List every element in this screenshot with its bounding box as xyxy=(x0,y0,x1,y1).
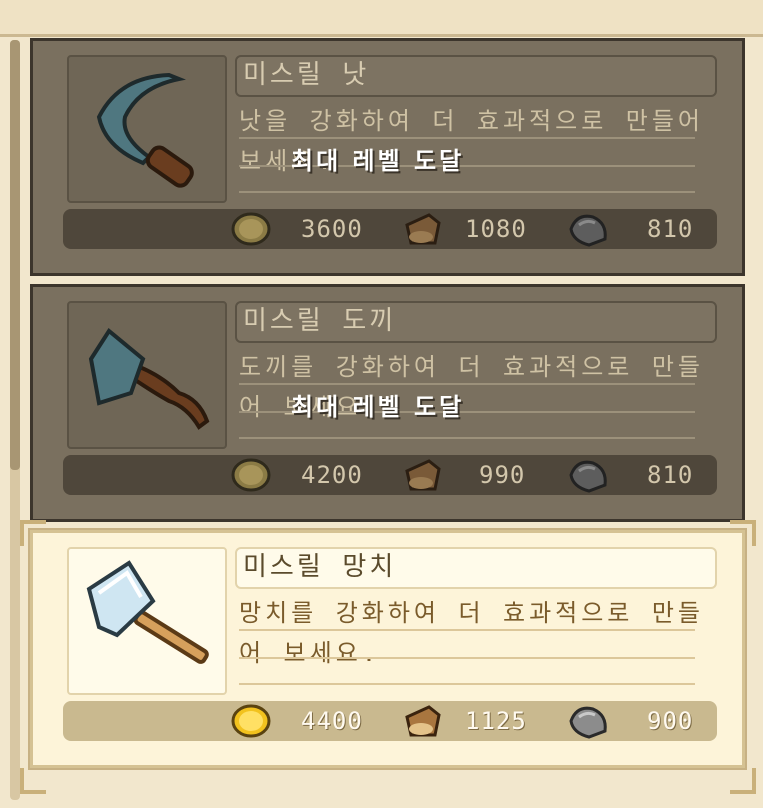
cost-wood: 990 xyxy=(401,457,524,493)
upgrade-card-sickle[interactable]: 미스릴 낫 낫을 강화하여 더 효과적으로 만들어 보세요. 최대 레벨 도달 … xyxy=(30,38,745,276)
cost-wood-value: 990 xyxy=(479,461,526,489)
cost-wood: 1080 xyxy=(401,211,526,247)
cost-stone-value: 810 xyxy=(647,461,694,489)
stone-icon xyxy=(569,214,607,247)
cost-wood-value: 1080 xyxy=(465,215,527,243)
wood-log-icon xyxy=(405,459,441,491)
cost-bar: 4200 990 810 xyxy=(63,455,717,495)
cost-gold-value: 4400 xyxy=(301,707,363,735)
cost-gold: 4400 xyxy=(231,703,362,739)
max-level-label: 최대 레벨 도달 xyxy=(291,393,465,421)
cost-gold-value: 3600 xyxy=(301,215,363,243)
gold-coin-icon xyxy=(231,458,271,492)
hammer-icon xyxy=(86,560,209,664)
wood-log-icon xyxy=(405,213,441,245)
item-icon-frame xyxy=(67,301,227,449)
cost-gold: 3600 xyxy=(231,211,362,247)
stone-icon xyxy=(569,460,607,493)
cost-wood: 1125 xyxy=(401,703,526,739)
cost-gold-value: 4200 xyxy=(301,461,363,489)
desc-underline xyxy=(239,657,695,659)
upgrade-card-axe[interactable]: 미스릴 도끼 도끼를 강화하여 더 효과적으로 만들어 보세요. 최대 레벨 도… xyxy=(30,284,745,522)
axe-icon xyxy=(88,328,210,430)
gold-coin-icon xyxy=(231,704,271,738)
cost-stone: 900 xyxy=(567,703,697,739)
cost-stone-value: 810 xyxy=(647,215,694,243)
cost-wood-value: 1125 xyxy=(465,707,527,735)
desc-underline xyxy=(239,137,695,139)
upgrade-panel: 미스릴 낫 낫을 강화하여 더 효과적으로 만들어 보세요. 최대 레벨 도달 … xyxy=(0,0,763,808)
item-icon-frame xyxy=(67,547,227,695)
cost-bar: 4400 1125 900 xyxy=(63,701,717,741)
cost-gold: 4200 xyxy=(231,457,362,493)
item-title: 미스릴 도끼 xyxy=(235,301,717,343)
cost-stone: 810 xyxy=(567,211,697,247)
wood-log-icon xyxy=(405,705,441,737)
sickle-icon xyxy=(96,72,194,188)
max-level-label: 최대 레벨 도달 xyxy=(291,147,465,175)
selection-corner xyxy=(20,768,46,794)
cost-stone: 810 xyxy=(567,457,697,493)
item-title: 미스릴 망치 xyxy=(235,547,717,589)
stone-icon xyxy=(569,706,607,739)
scrollbar-thumb[interactable] xyxy=(10,40,20,470)
selection-corner xyxy=(20,520,46,546)
desc-underline xyxy=(239,629,695,631)
desc-underline xyxy=(239,191,695,193)
item-icon-frame xyxy=(67,55,227,203)
desc-underline xyxy=(239,683,695,685)
gold-coin-icon xyxy=(231,212,271,246)
desc-underline xyxy=(239,383,695,385)
item-description: 망치를 강화하여 더 효과적으로 만들어 보세요. xyxy=(239,599,704,667)
panel-top-border xyxy=(0,0,763,37)
selection-corner xyxy=(730,768,756,794)
cost-bar: 3600 1080 810 xyxy=(63,209,717,249)
desc-underline xyxy=(239,437,695,439)
selection-corner xyxy=(730,520,756,546)
item-title: 미스릴 낫 xyxy=(235,55,717,97)
cost-stone-value: 900 xyxy=(647,707,694,735)
upgrade-card-hammer[interactable]: 미스릴 망치 망치를 강화하여 더 효과적으로 만들어 보세요. 4400 11… xyxy=(28,528,747,770)
